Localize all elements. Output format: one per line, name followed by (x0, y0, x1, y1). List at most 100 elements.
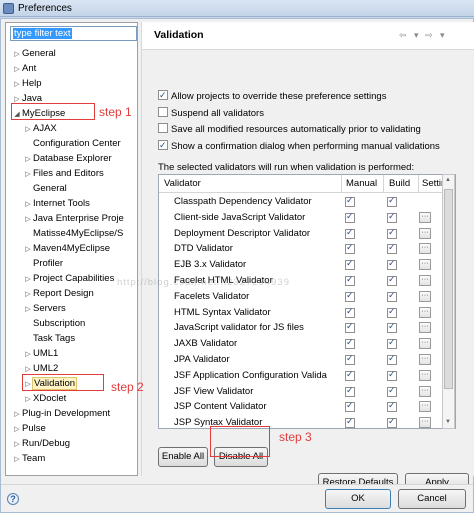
expand-arrow-icon[interactable]: ▷ (23, 272, 33, 287)
settings-ellipsis-button[interactable]: ··· (419, 385, 431, 397)
column-header-build[interactable]: Build (389, 178, 410, 189)
build-checkbox[interactable] (387, 337, 397, 350)
tree-item[interactable]: ▷ Help (12, 76, 41, 92)
expand-arrow-icon[interactable]: ▷ (12, 422, 22, 437)
manual-checkbox[interactable] (345, 227, 355, 239)
tree-item[interactable]: ▷ Files and Editors (23, 166, 103, 182)
build-checkbox[interactable] (387, 242, 397, 255)
option-checkbox[interactable] (158, 106, 168, 117)
cancel-button[interactable]: Cancel (398, 489, 466, 509)
build-checkbox[interactable] (387, 369, 397, 381)
expand-arrow-icon[interactable]: ▷ (23, 197, 33, 212)
option-checkbox-row[interactable]: Save all modified resources automaticall… (158, 123, 421, 137)
manual-checkbox[interactable] (345, 306, 355, 318)
manual-checkbox[interactable] (345, 400, 355, 413)
table-row[interactable]: Facelets Validator ··· (159, 289, 455, 305)
expand-arrow-icon[interactable]: ▷ (23, 302, 33, 317)
option-checkbox-row[interactable]: Show a confirmation dialog when performi… (158, 138, 440, 154)
table-row[interactable]: JSF View Validator ··· (159, 384, 455, 400)
tree-item[interactable]: Profiler (23, 256, 63, 271)
table-row[interactable]: EJB 3.x Validator ··· (159, 257, 455, 273)
tree-item[interactable]: ▷ Team (12, 451, 45, 466)
chevron-down-icon[interactable]: ▾ (440, 30, 445, 41)
help-icon[interactable]: ? (7, 493, 19, 505)
manual-checkbox[interactable] (345, 258, 355, 271)
table-row[interactable]: Deployment Descriptor Validator ··· (159, 226, 455, 242)
tree-item[interactable]: ▷ UML1 (23, 346, 58, 361)
scroll-up-icon[interactable]: ▲ (445, 177, 451, 183)
settings-ellipsis-button[interactable]: ··· (419, 369, 431, 381)
build-checkbox[interactable] (387, 227, 397, 239)
settings-ellipsis-button[interactable]: ··· (419, 290, 431, 302)
tree-item[interactable]: ▷ Pulse (12, 421, 45, 437)
expand-arrow-icon[interactable]: ▷ (12, 407, 22, 422)
expand-arrow-icon[interactable]: ▷ (23, 287, 33, 302)
option-checkbox[interactable] (158, 123, 168, 133)
table-row[interactable]: JPA Validator ··· (159, 352, 455, 368)
expand-arrow-icon[interactable]: ▷ (23, 167, 33, 182)
table-row[interactable]: JavaScript validator for JS files ··· (159, 320, 455, 336)
build-checkbox[interactable] (387, 353, 397, 365)
build-checkbox[interactable] (387, 385, 397, 397)
table-row[interactable]: Client-side JavaScript Validator ··· (159, 210, 455, 226)
tree-item[interactable]: ▷ Ant (12, 61, 36, 76)
expand-arrow-icon[interactable]: ▷ (23, 242, 33, 257)
manual-checkbox[interactable] (345, 385, 355, 397)
build-checkbox[interactable] (387, 416, 397, 428)
manual-checkbox[interactable] (345, 242, 355, 255)
tree-item[interactable]: ▷ AJAX (23, 121, 56, 136)
table-row[interactable]: JSP Content Validator ··· (159, 399, 455, 415)
expand-arrow-icon[interactable]: ▷ (12, 437, 22, 452)
settings-ellipsis-button[interactable]: ··· (419, 243, 431, 255)
settings-ellipsis-button[interactable]: ··· (419, 227, 431, 239)
table-scrollbar[interactable]: ▲ ▼ (442, 174, 455, 429)
tree-item[interactable]: Task Tags (23, 331, 75, 346)
build-checkbox[interactable] (387, 290, 397, 302)
column-header-validator[interactable]: Validator (164, 178, 201, 189)
tree-item[interactable]: ▷ General (12, 46, 56, 61)
build-checkbox[interactable] (387, 195, 397, 207)
option-checkbox[interactable] (158, 88, 168, 102)
tree-item[interactable]: ▷ Internet Tools (23, 196, 90, 211)
back-arrow-icon[interactable]: ⇦ (399, 30, 407, 41)
settings-ellipsis-button[interactable]: ··· (419, 211, 431, 223)
settings-ellipsis-button[interactable]: ··· (419, 417, 431, 428)
tree-item[interactable]: ▷ Database Explorer (23, 151, 111, 167)
expand-arrow-icon[interactable]: ▷ (12, 452, 22, 467)
settings-ellipsis-button[interactable]: ··· (419, 306, 431, 318)
expand-arrow-icon[interactable]: ▷ (12, 77, 22, 92)
expand-arrow-icon[interactable]: ▷ (23, 212, 33, 227)
tree-item[interactable]: Matisse4MyEclipse/S (23, 226, 123, 241)
chevron-down-icon[interactable]: ▾ (414, 30, 419, 41)
scrollbar-thumb[interactable] (444, 189, 453, 389)
expand-arrow-icon[interactable]: ▷ (12, 47, 22, 62)
manual-checkbox[interactable] (345, 369, 355, 381)
tree-item[interactable]: ▷ Java Enterprise Proje (23, 211, 124, 226)
column-header-manual[interactable]: Manual (346, 178, 377, 189)
option-checkbox-row[interactable]: Suspend all validators (158, 106, 264, 121)
settings-ellipsis-button[interactable]: ··· (419, 354, 431, 365)
table-row[interactable]: Classpath Dependency Validator (159, 194, 455, 210)
manual-checkbox[interactable] (345, 211, 355, 223)
enable-all-button[interactable]: Enable All (158, 447, 208, 467)
manual-checkbox[interactable] (345, 353, 355, 365)
tree-item[interactable]: ▷ Project Capabilities (23, 271, 114, 286)
table-row[interactable]: JSP Syntax Validator··· (159, 415, 455, 428)
forward-arrow-icon[interactable]: ⇨ (425, 30, 433, 41)
tree-item[interactable]: ▷ Run/Debug (12, 436, 70, 451)
manual-checkbox[interactable] (345, 321, 355, 334)
settings-ellipsis-button[interactable]: ··· (419, 275, 431, 286)
expand-arrow-icon[interactable]: ▷ (23, 392, 33, 407)
expand-arrow-icon[interactable]: ▷ (12, 62, 22, 77)
tree-item[interactable]: ▷ XDoclet (23, 391, 66, 406)
tree-item[interactable]: General (23, 181, 67, 196)
tree-item[interactable]: ▷ Servers (23, 301, 65, 317)
manual-checkbox[interactable] (345, 290, 355, 302)
table-row[interactable]: DTD Validator ··· (159, 241, 455, 257)
expand-arrow-icon[interactable]: ▷ (23, 152, 33, 167)
build-checkbox[interactable] (387, 306, 397, 318)
table-row[interactable]: JAXB Validator ··· (159, 336, 455, 352)
option-checkbox[interactable] (158, 138, 168, 152)
manual-checkbox[interactable] (345, 337, 355, 350)
scroll-down-icon[interactable]: ▼ (445, 419, 451, 425)
